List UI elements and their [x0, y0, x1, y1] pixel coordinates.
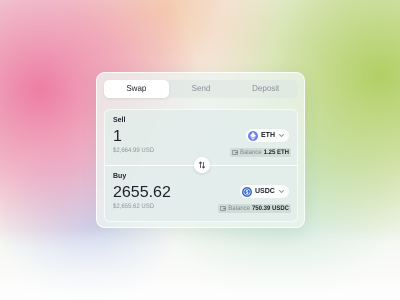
svg-text:$: $ [246, 189, 249, 195]
background-fade [0, 230, 400, 300]
wallet-icon [232, 150, 238, 155]
sell-balance-label: Balance [239, 149, 262, 156]
tab-bar: Swap Send Deposit [104, 80, 298, 98]
tab-swap[interactable]: Swap [104, 80, 169, 98]
sell-label: Sell [113, 117, 126, 124]
sell-balance-badge: Balance 1.25 ETH [229, 148, 291, 157]
chevron-down-icon [278, 190, 284, 194]
tab-send[interactable]: Send [169, 80, 234, 98]
usdc-icon: $ [242, 186, 252, 197]
buy-usd-value: $2,655.62 USD [113, 204, 155, 210]
buy-balance-badge: Balance 750.39 USDC [218, 204, 291, 213]
buy-balance-value: 750.39 USDC [251, 205, 289, 212]
buy-token-name: USDC [255, 188, 275, 195]
swap-direction-button[interactable] [194, 157, 210, 173]
wallet-icon [220, 206, 227, 211]
swap-arrows-icon [198, 161, 206, 169]
sell-usd-value: $2,664.99 USD [113, 148, 155, 154]
sell-amount-input[interactable]: 1 [113, 129, 122, 145]
buy-balance-label: Balance [228, 205, 250, 212]
sell-token-selector[interactable]: ETH [246, 129, 289, 142]
sell-token-name: ETH [261, 132, 275, 139]
tab-deposit[interactable]: Deposit [233, 80, 298, 98]
buy-amount-input[interactable]: 2655.62 [113, 185, 171, 201]
buy-label: Buy [113, 173, 127, 180]
buy-token-selector[interactable]: $ USDC [240, 185, 289, 198]
swap-panel: Sell 1 $2,664.99 USD ETH Balance 1.25 ET… [104, 109, 298, 222]
swap-widget: Swap Send Deposit Sell 1 $2,664.99 USD E… [96, 72, 305, 228]
sell-balance-value: 1.25 ETH [263, 149, 289, 156]
ethereum-icon [248, 130, 258, 141]
chevron-down-icon [279, 134, 284, 138]
